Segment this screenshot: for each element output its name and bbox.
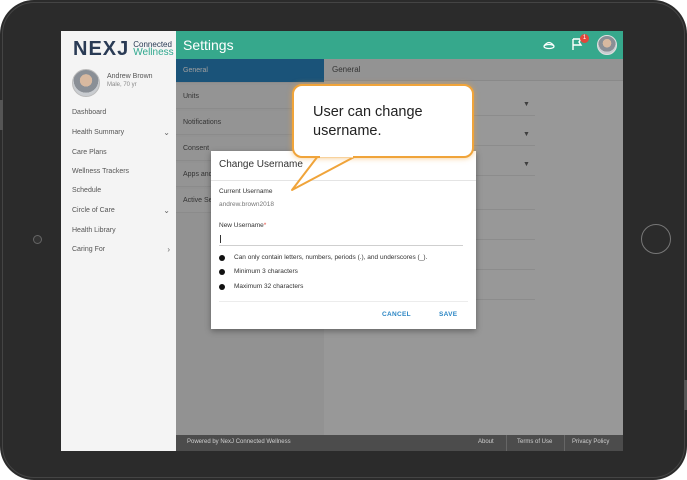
dialog-divider [211, 180, 476, 181]
current-username-label: Current Username [219, 188, 273, 195]
sidebar-item-health-summary[interactable]: Health Summary ⌄ [72, 127, 172, 139]
sidebar-item-label: Care Plans [72, 149, 107, 156]
change-username-dialog: Change Username Current Username andrew.… [211, 151, 476, 329]
profile-details: Male, 70 yr [107, 82, 137, 88]
annotation-callout: User can change username. [292, 84, 474, 158]
bullet-icon [219, 269, 225, 275]
rule-text: Maximum 32 characters [234, 283, 304, 290]
sidebar-item-label: Wellness Trackers [72, 168, 130, 175]
chevron-down-icon: ⌄ [163, 128, 170, 137]
footer: Powered by NexJ Connected Wellness About… [176, 435, 623, 451]
save-button[interactable]: SAVE [439, 311, 457, 318]
home-button[interactable] [641, 224, 671, 254]
text-cursor [220, 235, 221, 243]
cancel-button[interactable]: CANCEL [382, 311, 411, 318]
rule-text: Minimum 3 characters [234, 268, 298, 275]
new-username-input[interactable] [219, 234, 463, 246]
header-avatar[interactable] [597, 35, 617, 55]
sidebar-item-label: Circle of Care [72, 207, 115, 214]
sidebar-item-label: Caring For [72, 246, 106, 253]
rule-item: Maximum 32 characters [219, 282, 469, 292]
rule-item: Minimum 3 characters [219, 267, 469, 277]
sidebar-item-label: Dashboard [72, 109, 107, 116]
notification-badge: 1 [580, 34, 589, 43]
rule-text: Can only contain letters, numbers, perio… [234, 254, 428, 261]
new-username-label: New Username* [219, 222, 266, 229]
dialog-footer-divider [219, 301, 468, 302]
sidebar-item-care-plans[interactable]: Care Plans [72, 147, 172, 159]
sidebar-item-health-library[interactable]: Health Library [72, 225, 172, 237]
volume-button [0, 100, 3, 130]
footer-link-about[interactable]: About [478, 439, 494, 445]
footer-link-privacy[interactable]: Privacy Policy [572, 439, 609, 445]
dialog-title: Change Username [219, 159, 303, 170]
page-title: Settings [183, 37, 234, 53]
footer-link-terms[interactable]: Terms of Use [517, 439, 552, 445]
logo-mark: NEXJ [73, 37, 130, 60]
footer-divider [564, 435, 565, 451]
logo-line2: Wellness [133, 47, 174, 58]
bullet-icon [219, 255, 225, 261]
new-username-label-text: New Username [219, 222, 264, 229]
app-logo[interactable]: NEXJ Connected Wellness [73, 38, 174, 60]
sidebar-item-label: Health Library [72, 227, 116, 234]
bullet-icon [219, 284, 225, 290]
tablet-frame: NEXJ Connected Wellness Andrew Brown Mal… [0, 0, 687, 480]
sidebar: NEXJ Connected Wellness Andrew Brown Mal… [61, 31, 176, 451]
sidebar-item-dashboard[interactable]: Dashboard [72, 107, 172, 119]
sidebar-item-label: Health Summary [72, 129, 125, 136]
footer-powered-by: Powered by NexJ Connected Wellness [187, 439, 291, 445]
required-mark: * [263, 222, 267, 229]
help-icon[interactable] [541, 37, 557, 53]
callout-text: User can change username. [313, 104, 423, 139]
logo-text: Connected Wellness [133, 41, 174, 58]
profile-name: Andrew Brown [107, 73, 153, 80]
current-username-value: andrew.brown2018 [219, 201, 274, 208]
sidebar-item-schedule[interactable]: Schedule [72, 185, 172, 197]
avatar [72, 69, 100, 97]
sidebar-item-caring-for[interactable]: Caring For › [72, 244, 172, 256]
rule-item: Can only contain letters, numbers, perio… [219, 253, 469, 263]
sidebar-item-circle-of-care[interactable]: Circle of Care ⌄ [72, 205, 172, 217]
chevron-right-icon: › [167, 245, 170, 254]
footer-divider [506, 435, 507, 451]
header-bar: Settings 1 [176, 31, 623, 59]
user-profile[interactable]: Andrew Brown Male, 70 yr [72, 69, 172, 99]
sidebar-item-label: Schedule [72, 187, 102, 194]
camera [33, 235, 42, 244]
sidebar-item-wellness-trackers[interactable]: Wellness Trackers [72, 166, 172, 178]
chevron-down-icon: ⌄ [163, 206, 170, 215]
